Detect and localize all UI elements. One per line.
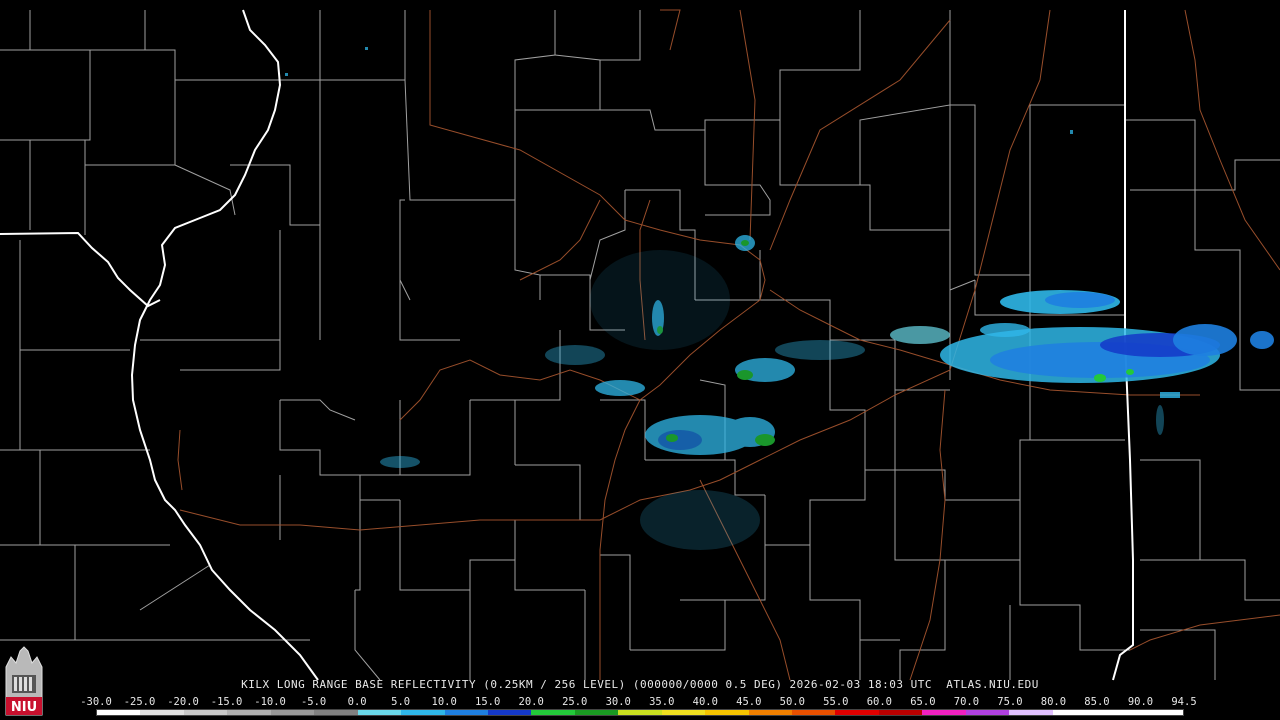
scale-label: 15.0 (475, 696, 501, 708)
scale-segment (835, 710, 879, 715)
scale-segment (792, 710, 836, 715)
scale-label: 35.0 (649, 696, 675, 708)
scale-label: 5.0 (391, 696, 411, 708)
scale-segment (401, 710, 445, 715)
scale-label: -5.0 (300, 696, 327, 708)
scale-label: 65.0 (910, 696, 936, 708)
scale-segment (748, 710, 792, 715)
scale-segment (227, 710, 271, 715)
scale-segment (878, 710, 923, 715)
scale-segment (922, 710, 966, 715)
scale-label: 40.0 (692, 696, 718, 708)
niu-logo-text: NIU (11, 700, 37, 715)
scale-label: 60.0 (866, 696, 893, 708)
scale-segment (1096, 710, 1140, 715)
product-title: KILX LONG RANGE BASE REFLECTIVITY (0.25K… (241, 678, 1039, 691)
scale-segment (444, 710, 488, 715)
scale-label: 94.5 (1171, 696, 1197, 708)
scale-segment (1052, 710, 1097, 715)
scale-segment (574, 710, 619, 715)
color-scale-labels: -30.0 -25.0 -20.0 -15.0 -10.0 -5.0 0.0 5.0 10.0 1… (80, 696, 1196, 708)
scale-segment (140, 710, 184, 715)
scale-label: -10.0 (254, 696, 286, 708)
scale-label: 75.0 (997, 696, 1023, 708)
scale-segment (183, 710, 228, 715)
color-scale-bar (96, 709, 1184, 716)
scale-label: 90.0 (1127, 696, 1154, 708)
scale-label: 55.0 (823, 696, 849, 708)
scale-segment (314, 710, 358, 715)
scale-segment (487, 710, 532, 715)
scale-segment (1009, 710, 1053, 715)
scale-label: -30.0 (80, 696, 112, 708)
scale-segment (270, 710, 315, 715)
scale-segment (965, 710, 1010, 715)
scale-segment (618, 710, 662, 715)
radar-map (0, 0, 1280, 720)
scale-label: 0.0 (347, 696, 367, 708)
scale-label: 50.0 (779, 696, 805, 708)
scale-segment (97, 710, 141, 715)
scale-segment (705, 710, 749, 715)
scale-segment (357, 710, 402, 715)
scale-label: 20.0 (518, 696, 544, 708)
scale-label: -25.0 (123, 696, 156, 708)
scale-label: 85.0 (1084, 696, 1110, 708)
scale-segment (1139, 710, 1183, 715)
scale-label: 70.0 (953, 696, 980, 708)
scale-segment (661, 710, 706, 715)
scale-label: 10.0 (431, 696, 457, 708)
scale-segment (531, 710, 575, 715)
scale-label: -20.0 (167, 696, 199, 708)
scale-label: -15.0 (210, 696, 243, 708)
scale-label: 45.0 (736, 696, 762, 708)
scale-label: 25.0 (562, 696, 588, 708)
scale-label: 30.0 (605, 696, 631, 708)
scale-label: 80.0 (1040, 696, 1067, 708)
